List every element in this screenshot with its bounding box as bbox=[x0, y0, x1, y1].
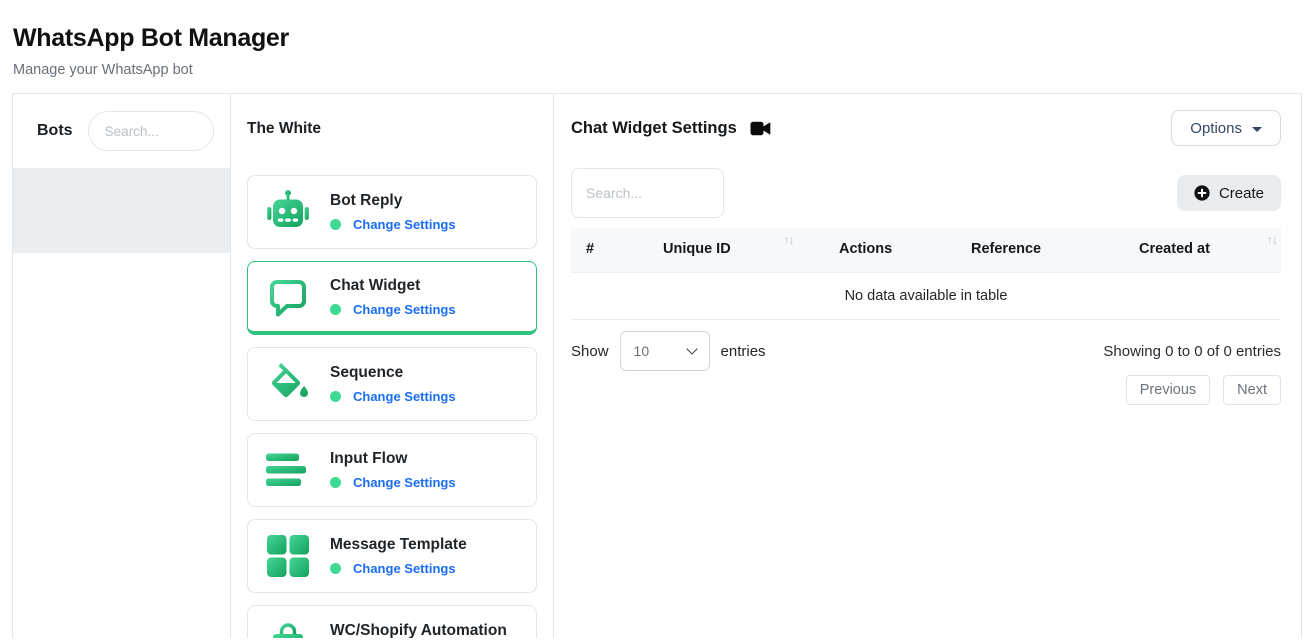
bot-name: The White bbox=[247, 120, 537, 138]
column-header-reference[interactable]: Reference bbox=[971, 241, 1041, 257]
main-panel: Bots The White bbox=[12, 93, 1302, 638]
card-input-flow[interactable]: Input Flow Change Settings bbox=[247, 433, 537, 507]
status-dot bbox=[330, 304, 341, 315]
table-empty-message: No data available in table bbox=[571, 273, 1281, 320]
sort-icon[interactable]: ↑↓ bbox=[783, 233, 794, 247]
card-title: Sequence bbox=[330, 364, 456, 382]
sort-icon[interactable]: ↑↓ bbox=[1267, 233, 1278, 247]
videocam-icon bbox=[750, 121, 771, 136]
page-size-select[interactable]: 10 bbox=[620, 331, 710, 371]
card-bot-reply[interactable]: Bot Reply Change Settings bbox=[247, 175, 537, 249]
chevron-down-icon bbox=[1252, 127, 1262, 132]
page-title: WhatsApp Bot Manager bbox=[13, 24, 1300, 53]
column-header-index[interactable]: # bbox=[586, 241, 594, 257]
change-settings-link[interactable]: Change Settings bbox=[353, 302, 456, 317]
bots-heading: Bots bbox=[37, 122, 73, 140]
entries-label: entries bbox=[721, 343, 766, 360]
status-dot bbox=[330, 477, 341, 488]
grid-icon bbox=[264, 532, 312, 580]
options-button[interactable]: Options bbox=[1171, 110, 1281, 146]
status-dot bbox=[330, 563, 341, 574]
table-toolbar: Create bbox=[571, 168, 1281, 218]
table-header-row: # Unique ID ↑↓ Actions Reference Created… bbox=[571, 228, 1281, 273]
paint-fill-icon bbox=[264, 360, 312, 408]
robot-icon bbox=[264, 188, 312, 236]
status-dot bbox=[330, 391, 341, 402]
bots-header: Bots bbox=[13, 94, 230, 168]
create-button-label: Create bbox=[1219, 185, 1264, 202]
page-subtitle: Manage your WhatsApp bot bbox=[13, 62, 1300, 78]
previous-button[interactable]: Previous bbox=[1126, 375, 1210, 405]
card-sequence[interactable]: Sequence Change Settings bbox=[247, 347, 537, 421]
bot-menu-column: The White bbox=[231, 94, 554, 638]
status-dot bbox=[330, 219, 341, 230]
settings-title: Chat Widget Settings bbox=[571, 119, 737, 138]
column-header-unique-id[interactable]: Unique ID bbox=[663, 241, 731, 257]
card-title: Chat Widget bbox=[330, 277, 456, 295]
card-wc-shopify-automation[interactable]: WC/Shopify Automation Change Settings bbox=[247, 605, 537, 638]
plus-circle-icon bbox=[1194, 185, 1210, 201]
chat-bubble-icon bbox=[264, 273, 312, 321]
pagination-summary: Showing 0 to 0 of 0 entries bbox=[1103, 343, 1281, 360]
card-title: Bot Reply bbox=[330, 192, 456, 210]
table-footer: Show 10 entries Showing 0 to 0 of 0 entr… bbox=[571, 331, 1281, 371]
column-header-actions[interactable]: Actions bbox=[839, 241, 892, 257]
page-header: WhatsApp Bot Manager Manage your WhatsAp… bbox=[0, 0, 1314, 78]
bars-icon bbox=[264, 446, 312, 494]
change-settings-link[interactable]: Change Settings bbox=[353, 389, 456, 404]
settings-header: Chat Widget Settings Options bbox=[571, 110, 1281, 146]
change-settings-link[interactable]: Change Settings bbox=[353, 561, 456, 576]
next-button[interactable]: Next bbox=[1223, 375, 1281, 405]
card-title: Message Template bbox=[330, 536, 467, 554]
card-chat-widget[interactable]: Chat Widget Change Settings bbox=[247, 261, 537, 335]
create-button[interactable]: Create bbox=[1177, 175, 1281, 211]
change-settings-link[interactable]: Change Settings bbox=[353, 217, 456, 232]
card-message-template[interactable]: Message Template Change Settings bbox=[247, 519, 537, 593]
selected-bot-item[interactable] bbox=[13, 168, 230, 253]
settings-panel: Chat Widget Settings Options bbox=[554, 94, 1301, 638]
shopping-bag-icon bbox=[264, 618, 312, 638]
card-title: Input Flow bbox=[330, 450, 456, 468]
table-search-input[interactable] bbox=[571, 168, 724, 218]
options-button-label: Options bbox=[1190, 120, 1242, 137]
pagination: Previous Next bbox=[571, 375, 1281, 405]
bots-sidebar: Bots bbox=[13, 94, 231, 638]
column-header-created-at[interactable]: Created at bbox=[1139, 241, 1210, 257]
card-title: WC/Shopify Automation bbox=[330, 622, 507, 638]
change-settings-link[interactable]: Change Settings bbox=[353, 475, 456, 490]
show-label: Show bbox=[571, 343, 609, 360]
bots-search-input[interactable] bbox=[88, 111, 214, 151]
